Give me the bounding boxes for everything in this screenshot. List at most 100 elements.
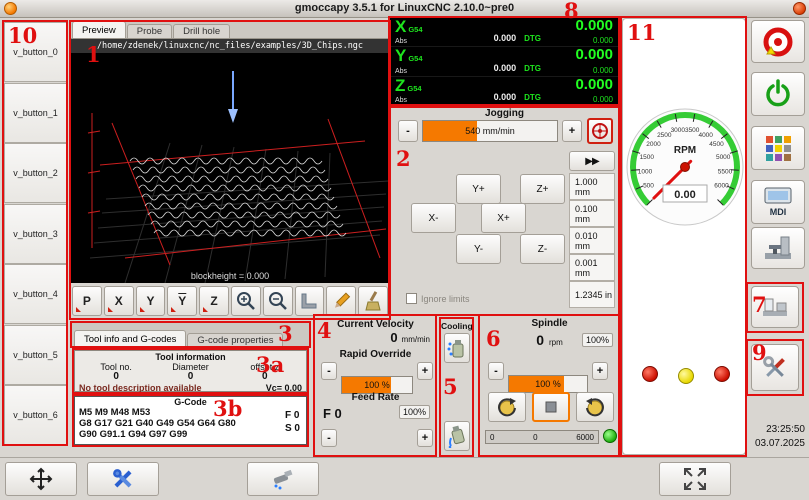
v-button-0[interactable]: v_button_0 (4, 22, 67, 82)
clock-date: 03.07.2025 (733, 437, 805, 451)
jog-fast-button[interactable]: ▶▶ (569, 151, 615, 171)
jog-speed-slider[interactable]: 540 mm/min (422, 120, 558, 142)
spindle-ccw-button[interactable] (488, 392, 526, 422)
machine-page-button[interactable] (751, 227, 805, 269)
checkbox-icon[interactable] (406, 293, 417, 304)
jog-speed-plus-button[interactable]: + (562, 120, 582, 142)
spindle-stop-button[interactable] (532, 392, 570, 422)
ignore-limits-checkbox[interactable]: Ignore limits (406, 293, 470, 304)
clear-plot-button[interactable] (358, 286, 388, 316)
v-button-1[interactable]: v_button_1 (4, 83, 67, 143)
spindle-plus-button[interactable]: + (592, 362, 608, 380)
view-y-button[interactable]: Y (136, 286, 166, 316)
settings-page-button[interactable] (751, 126, 805, 170)
settings-tools-button[interactable] (751, 344, 799, 391)
spindle-override-bar[interactable]: 100 % (508, 375, 588, 393)
dro-y-letter: Y (395, 46, 406, 65)
tab-preview[interactable]: Preview (72, 21, 126, 38)
spindle-override-value: 100 % (509, 376, 587, 392)
flood-button[interactable] (444, 421, 470, 451)
spindle-percent: 100% (582, 333, 613, 347)
jog-z-minus-button[interactable]: Z- (520, 234, 565, 264)
increment-inch[interactable]: 1.2345 in (569, 281, 615, 308)
tool-touchoff-button[interactable] (295, 286, 325, 316)
view-z-button[interactable]: Z (199, 286, 229, 316)
ignore-limits-label: Ignore limits (421, 294, 470, 304)
increment-0001[interactable]: 0.001 mm (569, 254, 615, 281)
zoom-out-button[interactable] (263, 286, 293, 316)
ref-axes-button[interactable] (5, 462, 77, 496)
v-button-3-label: v_button_3 (13, 229, 58, 239)
increment-0100[interactable]: 0.100 mm (569, 200, 615, 227)
edit-gcode-button[interactable] (326, 286, 356, 316)
increment-1000[interactable]: 1.000 mm (569, 173, 615, 200)
feed-rate-value: F 0 (323, 406, 342, 421)
mist-button[interactable] (444, 333, 470, 363)
tab-probe-label: Probe (137, 26, 162, 37)
v-button-5[interactable]: v_button_5 (4, 325, 67, 385)
estop-icon (761, 25, 795, 59)
svg-text:3000: 3000 (671, 127, 686, 134)
preview-tabbar: Preview Probe Drill hole (70, 21, 390, 39)
tab-drill-hole[interactable]: Drill hole (173, 24, 230, 38)
tab-probe[interactable]: Probe (127, 24, 172, 38)
tab-gcode-properties[interactable]: G-code properties (187, 333, 283, 347)
tool-button[interactable] (247, 462, 319, 496)
preview-3d-view[interactable]: blockheight = 0.000 (70, 53, 390, 283)
dro-z-abs-label: Abs (395, 97, 439, 104)
feed-minus-button[interactable]: - (321, 429, 337, 447)
view-x-label: X (115, 294, 123, 308)
v-button-3[interactable]: v_button_3 (4, 204, 67, 264)
v-button-6[interactable]: v_button_6 (4, 385, 67, 445)
spray-tool-icon (270, 466, 296, 492)
tool-information-title: Tool information (79, 352, 302, 362)
jog-y-minus-button[interactable]: Y- (456, 234, 501, 264)
spindle-plus-label: + (597, 365, 603, 377)
rapid-plus-button[interactable]: + (417, 362, 433, 380)
tab-preview-label: Preview (82, 25, 116, 36)
v-button-4[interactable]: v_button_4 (4, 264, 67, 324)
rapid-override-value: 100 % (342, 377, 412, 393)
svg-text:5000: 5000 (716, 154, 731, 161)
feed-plus-button[interactable]: + (417, 429, 433, 447)
jog-x-minus-button[interactable]: X- (411, 203, 456, 233)
dro-x-abs-value: 0.000 (494, 33, 517, 43)
dro-row-z[interactable]: ZG54 Abs 0.000 DTG 0.000 0.000 (390, 77, 618, 105)
jog-z-plus-button[interactable]: Z+ (520, 174, 565, 204)
jogging-panel: Jogging - 540 mm/min + ▶▶ 1.000 mm 0.100… (389, 106, 620, 315)
jog-y-plus-button[interactable]: Y+ (456, 174, 501, 204)
dro-y-dtg-label: DTG (524, 64, 541, 73)
view-y2-button[interactable]: Y (167, 286, 197, 316)
jog-x-plus-button[interactable]: X+ (481, 203, 526, 233)
view-p-button[interactable]: P (72, 286, 102, 316)
jog-speed-minus-button[interactable]: - (398, 120, 418, 142)
tab-tool-info[interactable]: Tool info and G-codes (74, 330, 186, 347)
jog-wheel-button[interactable] (587, 118, 613, 144)
close-icon[interactable] (793, 2, 806, 15)
rapid-minus-button[interactable]: - (321, 362, 337, 380)
machine-on-button[interactable] (751, 72, 805, 116)
estop-button[interactable] (751, 20, 805, 63)
title-bar[interactable]: gmoccapy 3.5.1 for LinuxCNC 2.10.0~pre0 (0, 0, 809, 18)
dro-row-x[interactable]: XG54 Abs 0.000 DTG 0.000 0.000 (390, 18, 618, 46)
spindle-minus-button[interactable]: - (488, 362, 504, 380)
v-button-2-label: v_button_2 (13, 168, 58, 178)
rpm-gauge: 500 1000 1500 2000 2500 3000 3500 4000 4… (623, 105, 747, 229)
fullscreen-button[interactable] (659, 462, 731, 496)
view-x-button[interactable]: X (104, 286, 134, 316)
spindle-cw-button[interactable] (576, 392, 614, 422)
v-button-2[interactable]: v_button_2 (4, 143, 67, 203)
preview-3d-scene (70, 53, 388, 283)
mdi-button[interactable]: MDI (751, 180, 805, 224)
v-button-6-label: v_button_6 (13, 410, 58, 420)
blockheight-readout: blockheight = 0.000 (70, 271, 390, 281)
dro-row-y[interactable]: YG54 Abs 0.000 DTG 0.000 0.000 (390, 47, 618, 75)
view-p-label: P (83, 294, 91, 308)
zoom-in-button[interactable] (231, 286, 261, 316)
dro-panel[interactable]: XG54 Abs 0.000 DTG 0.000 0.000 YG54 Abs … (390, 18, 618, 105)
svg-text:4000: 4000 (698, 132, 713, 139)
svg-text:1500: 1500 (640, 154, 655, 161)
touch-off-button[interactable] (87, 462, 159, 496)
tool-page-button[interactable] (751, 286, 799, 328)
increment-0010[interactable]: 0.010 mm (569, 227, 615, 254)
